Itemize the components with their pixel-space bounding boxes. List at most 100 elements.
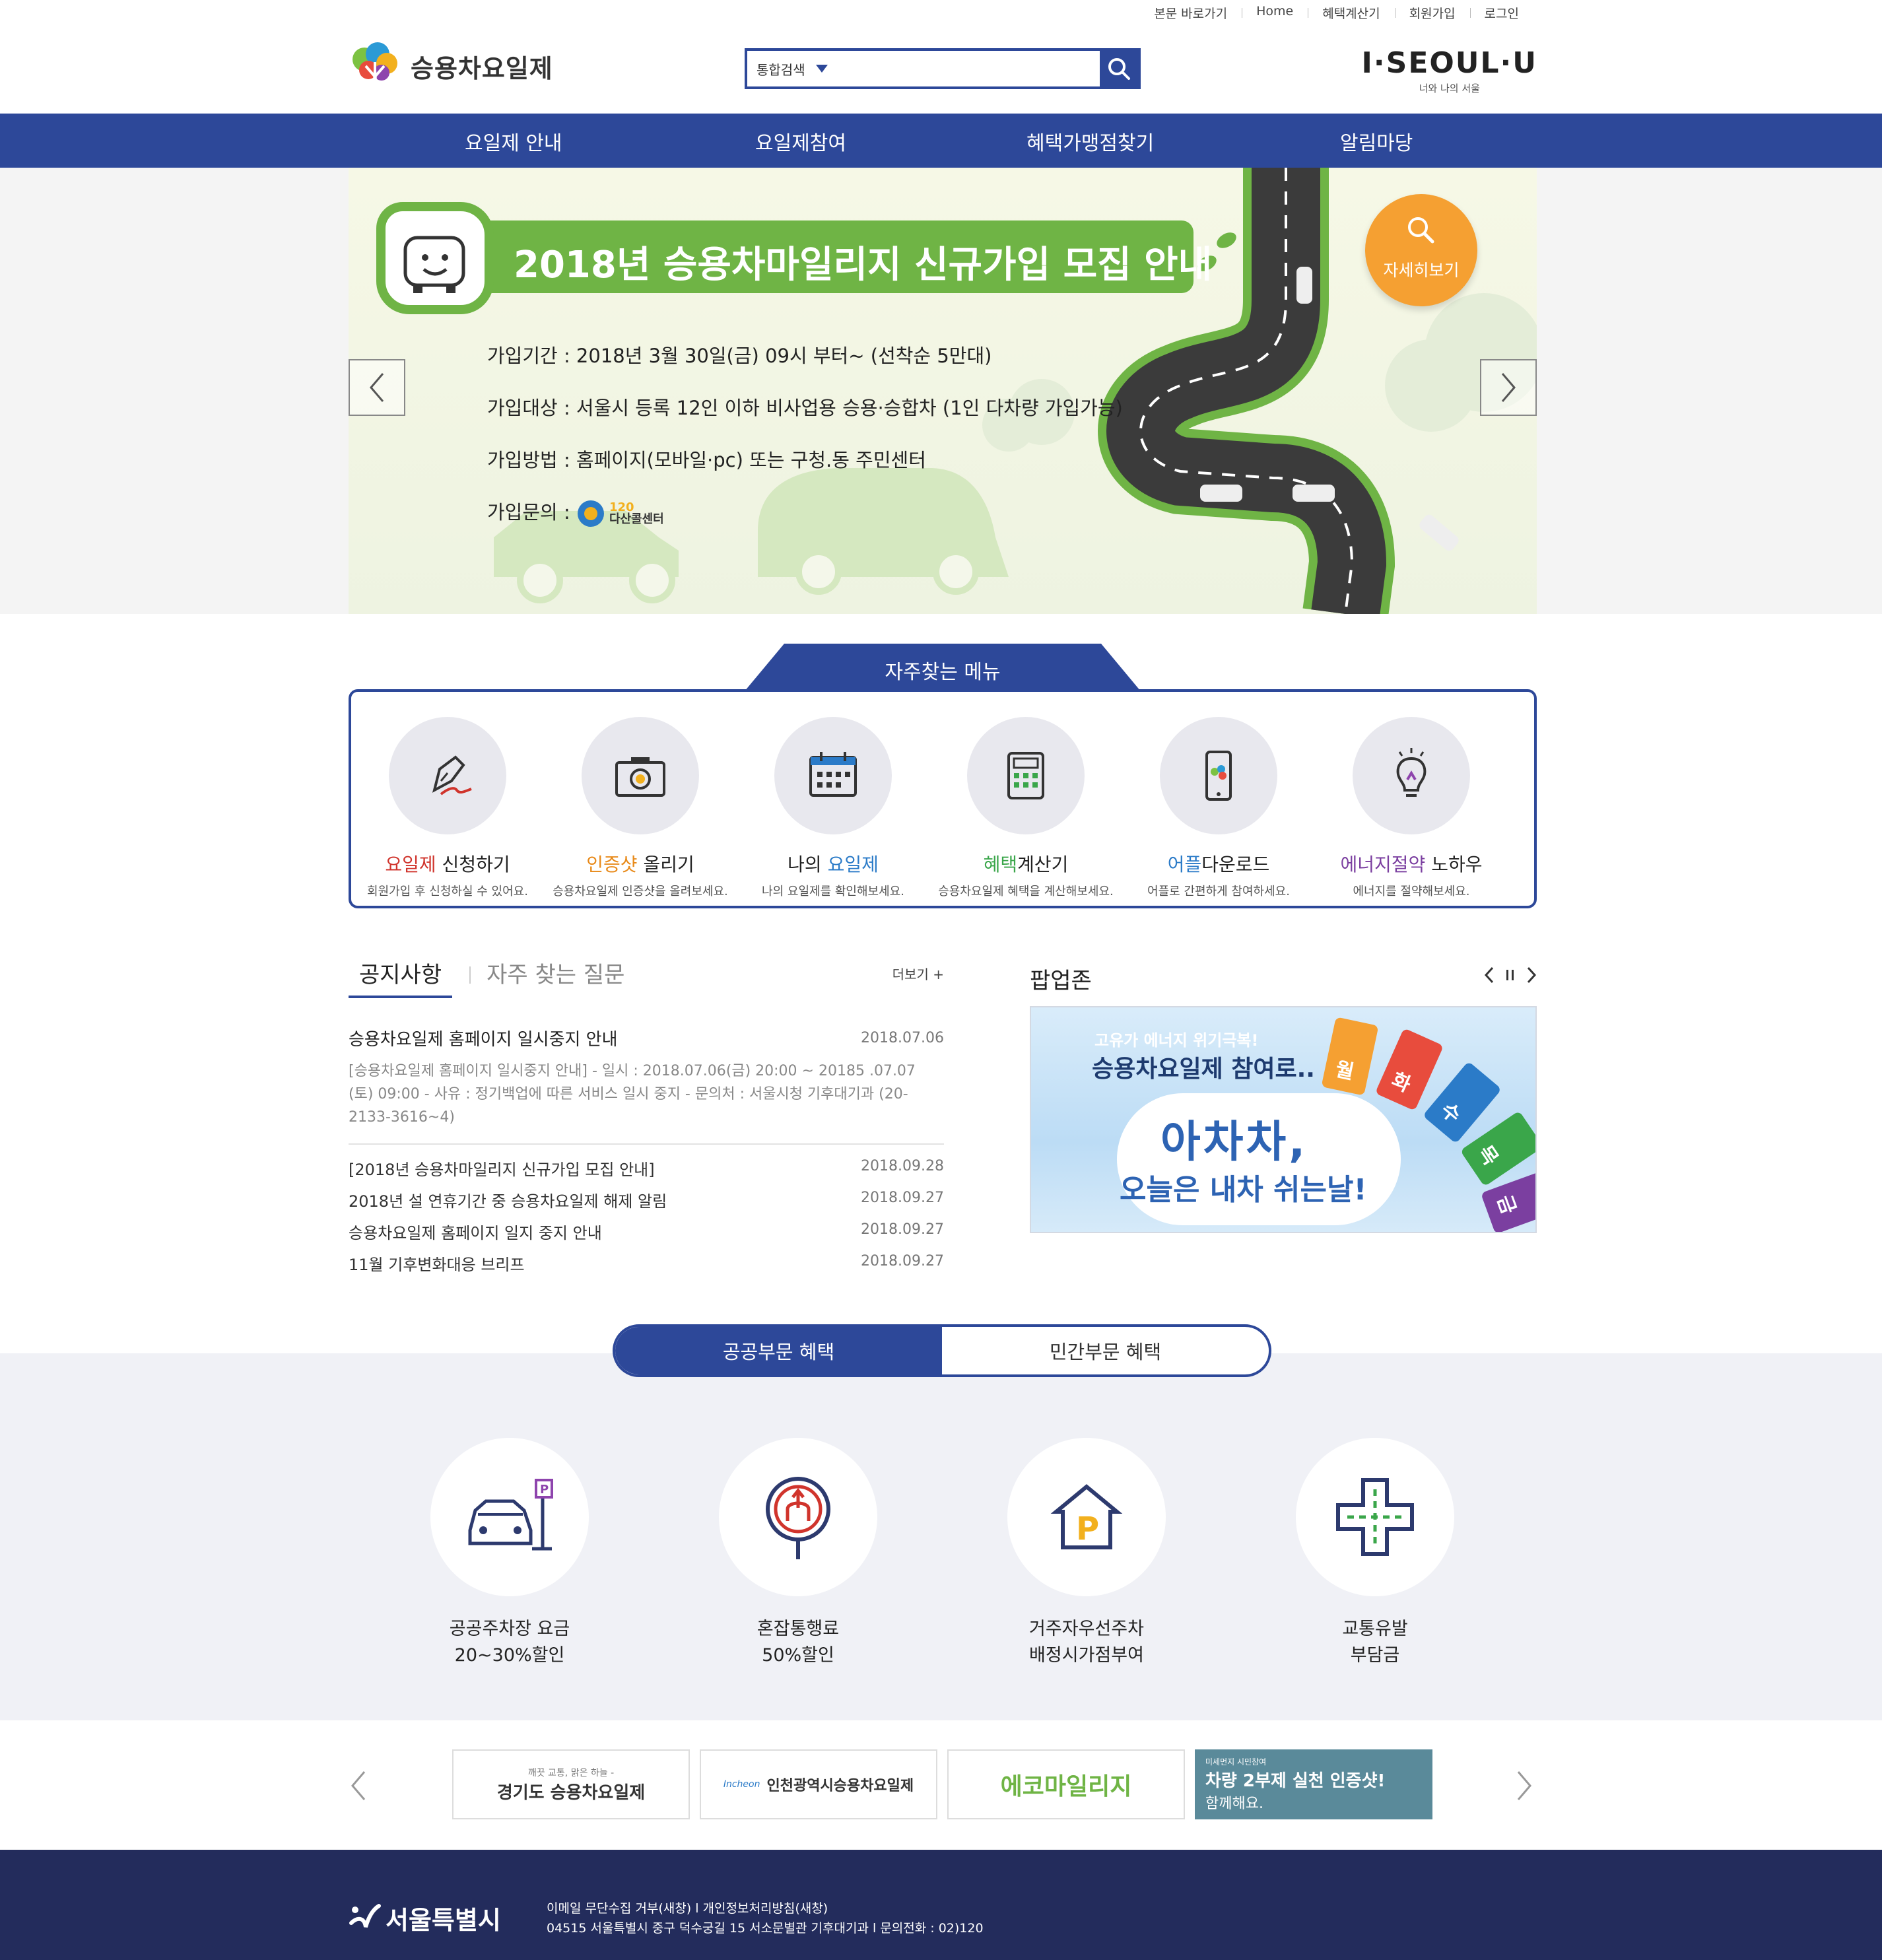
callcenter-logo: 120 다산콜센터 <box>576 499 664 528</box>
partner-gyeonggi[interactable]: 깨끗 교통, 맑은 하늘 - 경기도 승용차요일제 <box>452 1749 690 1819</box>
skip-to-content-link[interactable]: 본문 바로가기 <box>1139 4 1242 22</box>
login-link[interactable]: 로그인 <box>1469 4 1533 22</box>
tab-public-benefits[interactable]: 공공부문 혜택 <box>615 1327 942 1374</box>
chevron-right-icon[interactable] <box>1514 1769 1534 1802</box>
qm-rest: 다운로드 <box>1201 854 1270 875</box>
tab-notice[interactable]: 공지사항 <box>349 957 453 998</box>
list-item[interactable]: 승용차요일제 홈페이지 일지 중지 안내 2018.09.27 <box>349 1220 944 1252</box>
resident-parking-icon: P <box>1007 1438 1166 1596</box>
home-link[interactable]: Home <box>1242 4 1308 22</box>
benefit-item-resident-parking[interactable]: P 거주자우선주차 배정시가점부여 <box>1007 1438 1166 1669</box>
smiley-car-icon <box>376 202 494 314</box>
quick-menu-item-my[interactable]: 나의 요일제 나의 요일제를 확인해보세요. <box>737 717 929 899</box>
qm-rest: 올리기 <box>637 854 694 875</box>
benefit-line2: 배정시가점부여 <box>1029 1645 1144 1666</box>
day-card: 화 <box>1374 1028 1444 1111</box>
quick-menu-item-apply[interactable]: 요일제 신청하기 회원가입 후 신청하실 수 있어요. <box>351 717 544 899</box>
i-seoul-u-tagline: 너와 나의 서울 <box>1419 83 1480 94</box>
quick-menu-title-energy: 에너지절약 노하우 <box>1315 850 1508 877</box>
quick-menu-item-app[interactable]: 어플다운로드 어플로 간편하게 참여하세요. <box>1122 717 1315 899</box>
signup-link[interactable]: 회원가입 <box>1394 4 1470 22</box>
partner-eco-mileage[interactable]: 에코마일리지 <box>947 1749 1185 1819</box>
seoul-symbol-icon <box>349 1903 381 1928</box>
search-category-select[interactable]: 통합검색 <box>747 59 846 79</box>
quick-menu-item-photo[interactable]: 인증샷 올리기 승용차요일제 인증샷을 올려보세요. <box>544 717 737 899</box>
seoul-city-logo[interactable]: 서울특별시 <box>349 1900 501 1936</box>
banner-details: 가입기간 : 2018년 3월 30일(금) 09시 부터~ (선착순 5만대)… <box>487 341 1123 553</box>
notice-title[interactable]: 승용차요일제 홈페이지 일지 중지 안내 <box>349 1224 602 1242</box>
partner-campaign-sub: 미세먼지 시민참여 <box>1205 1757 1267 1767</box>
qm-hl: 인증샷 <box>586 854 638 875</box>
calendar-icon <box>774 717 892 834</box>
benefit-item-parking[interactable]: P 공공주차장 요금 20~30%할인 <box>430 1438 589 1669</box>
partner-eco-name: 에코마일리지 <box>1000 1773 1132 1800</box>
tab-divider <box>469 966 471 984</box>
qm-rest: 신청하기 <box>436 854 510 875</box>
svg-text:P: P <box>540 1483 549 1497</box>
banner-line-method: 가입방법 : 홈페이지(모바일·pc) 또는 구청.동 주민센터 <box>487 449 926 471</box>
tab-faq[interactable]: 자주 찾는 질문 <box>487 957 624 998</box>
notice-featured-title[interactable]: 승용차요일제 홈페이지 일시중지 안내 <box>349 1013 944 1050</box>
banner-line-contact-label: 가입문의 : <box>487 501 570 524</box>
i-seoul-u-logo[interactable]: I·SEOUL·U 너와 나의 서울 <box>1362 46 1537 95</box>
search-button[interactable] <box>1100 51 1138 86</box>
nav-item-merchant-finder[interactable]: 혜택가맹점찾기 <box>1026 127 1154 156</box>
nav-item-notice-board[interactable]: 알림마당 <box>1340 127 1413 156</box>
quick-menu-item-calculator[interactable]: 혜택계산기 승용차요일제 혜택을 계산해보세요. <box>929 717 1122 899</box>
banner-prev-button[interactable] <box>349 359 405 416</box>
benefit-item-traffic-charge[interactable]: 교통유발 부담금 <box>1296 1438 1454 1669</box>
popup-banner[interactable]: 고유가 에너지 위기극복! 승용차요일제 참여로.. 아차차, 오늘은 내차 쉬… <box>1030 1006 1537 1233</box>
notice-divider <box>349 1143 944 1145</box>
benefit-text-toll: 혼잡통행료 50%할인 <box>719 1616 877 1669</box>
quick-menu-desc-energy: 에너지를 절약해보세요. <box>1353 885 1470 898</box>
notice-title[interactable]: 2018년 설 연휴기간 중 승용차요일제 해제 알림 <box>349 1192 667 1211</box>
chevron-right-icon[interactable] <box>1526 966 1537 984</box>
banner-more-label: 자세히보기 <box>1383 261 1460 280</box>
benefit-item-toll[interactable]: 혼잡통행료 50%할인 <box>719 1438 877 1669</box>
banner-slide[interactable]: 2018년 승용차마일리지 신규가입 모집 안내 가입기간 : 2018년 3월… <box>349 168 1537 614</box>
popup-line1: 고유가 에너지 위기극복! <box>1094 1031 1259 1050</box>
partner-gyeonggi-sub: 깨끗 교통, 맑은 하늘 - <box>527 1767 615 1778</box>
calculator-icon <box>967 717 1085 834</box>
tree-logo-icon <box>349 40 401 92</box>
lightbulb-icon <box>1353 717 1470 834</box>
pause-icon[interactable] <box>1505 968 1516 982</box>
chevron-left-icon[interactable] <box>1484 966 1495 984</box>
nav-item-guide[interactable]: 요일제 안내 <box>465 127 562 156</box>
banner-next-button[interactable] <box>1480 359 1537 416</box>
banner-more-button[interactable]: 자세히보기 <box>1365 194 1477 306</box>
quick-menu-item-energy[interactable]: 에너지절약 노하우 에너지를 절약해보세요. <box>1315 717 1508 899</box>
footer: 서울특별시 이메일 무단수집 거부(새창) l 개인정보처리방침(새창) 045… <box>0 1850 1882 1960</box>
footer-policy-links[interactable]: 이메일 무단수집 거부(새창) l 개인정보처리방침(새창) <box>547 1899 984 1918</box>
qm-rest: 노하우 <box>1425 854 1483 875</box>
notice-title[interactable]: 11월 기후변화대응 브리프 <box>349 1256 525 1274</box>
partner-incheon[interactable]: Incheon 인천광역시승용차요일제 <box>700 1749 937 1819</box>
list-item[interactable]: [2018년 승용차마일리지 신규가입 모집 안내] 2018.09.28 <box>349 1157 944 1188</box>
quick-menu-title: 자주찾는 메뉴 <box>885 661 1001 684</box>
popup-zone-title: 팝업존 <box>1030 968 1092 994</box>
tab-private-benefits[interactable]: 민간부문 혜택 <box>942 1327 1269 1374</box>
partner-campaign-name: 차량 2부제 실천 인증샷! <box>1205 1771 1386 1791</box>
quick-menu-desc-photo: 승용차요일제 인증샷을 올려보세요. <box>553 885 728 898</box>
site-logo[interactable]: 승용차요일제 <box>349 40 553 92</box>
search-input[interactable] <box>846 51 1100 86</box>
nav-item-participate[interactable]: 요일제참여 <box>755 127 846 156</box>
notice-section: 공지사항 자주 찾는 질문 더보기 + 승용차요일제 홈페이지 일시중지 안내 … <box>349 951 944 1283</box>
notice-more-link[interactable]: 더보기 + <box>892 964 944 983</box>
chevron-left-icon[interactable] <box>349 1769 368 1802</box>
callcenter-icon <box>577 500 604 527</box>
benefit-text-traffic-charge: 교통유발 부담금 <box>1296 1616 1454 1669</box>
notice-title[interactable]: [2018년 승용차마일리지 신규가입 모집 안내] <box>349 1161 655 1179</box>
banner-title: 2018년 승용차마일리지 신규가입 모집 안내 <box>514 244 1213 287</box>
popup-zone-header: 팝업존 <box>1030 951 1537 998</box>
quick-menu-desc-app: 어플로 간편하게 참여하세요. <box>1147 885 1290 898</box>
notice-list: [2018년 승용차마일리지 신규가입 모집 안내] 2018.09.28 201… <box>349 1157 944 1283</box>
partner-2-part-campaign[interactable]: 미세먼지 시민참여 차량 2부제 실천 인증샷! 함께해요. <box>1195 1749 1432 1819</box>
partner-incheon-sub: Incheon <box>723 1779 760 1790</box>
quick-menu-title-my: 나의 요일제 <box>737 850 929 877</box>
benefit-calculator-link[interactable]: 혜택계산기 <box>1308 4 1394 22</box>
list-item[interactable]: 11월 기후변화대응 브리프 2018.09.27 <box>349 1252 944 1283</box>
notice-featured[interactable]: 승용차요일제 홈페이지 일시중지 안내 2018.07.06 [승용차요일제 홈… <box>349 1013 944 1129</box>
qm-hl: 요일제 <box>385 854 436 875</box>
list-item[interactable]: 2018년 설 연휴기간 중 승용차요일제 해제 알림 2018.09.27 <box>349 1188 944 1220</box>
